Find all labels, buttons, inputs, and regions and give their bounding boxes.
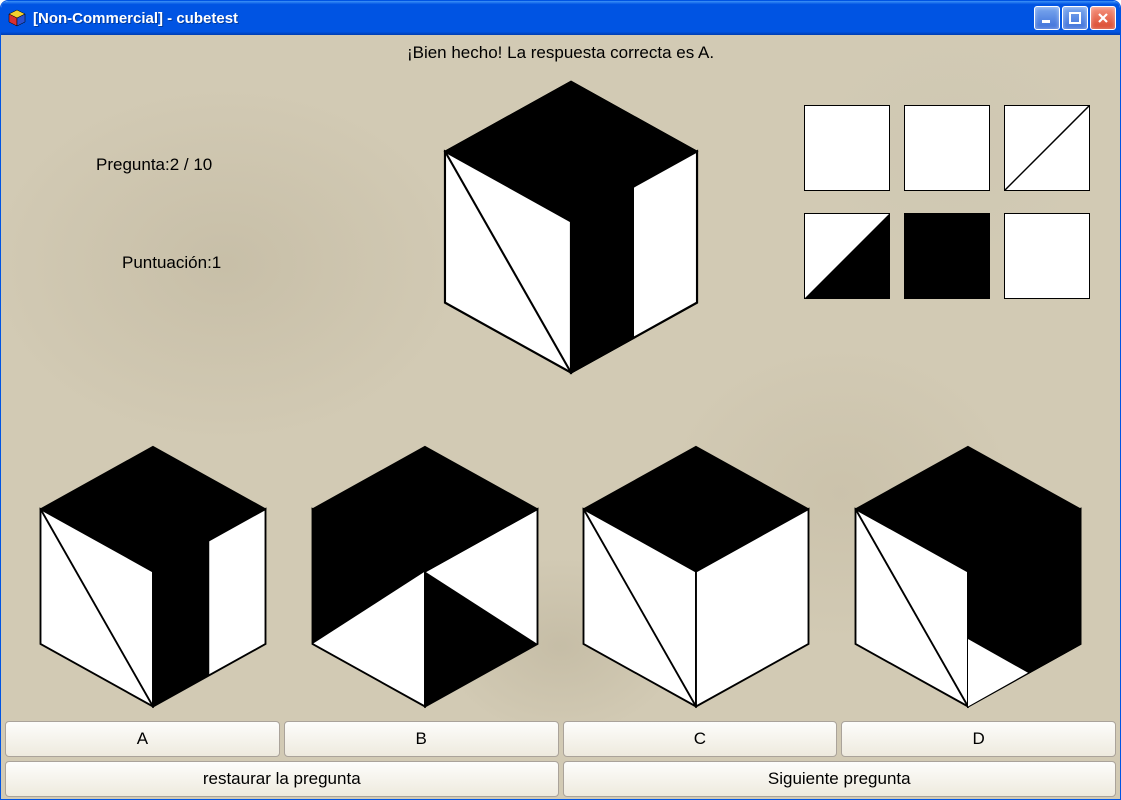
tile-3 (1004, 105, 1090, 191)
reference-cube-overlay (431, 73, 711, 383)
option-labels: A B C D (5, 721, 1116, 757)
content-area: ¡Bien hecho! La respuesta correcta es A.… (1, 35, 1120, 799)
face-tiles (804, 105, 1090, 299)
option-a-button[interactable]: A (5, 721, 280, 757)
option-cube-c (571, 439, 821, 709)
option-cubes (1, 439, 1120, 709)
close-button[interactable] (1090, 6, 1116, 30)
window-controls (1034, 6, 1116, 30)
option-c-button[interactable]: C (563, 721, 838, 757)
info-block: Pregunta:2 / 10 Puntuación:1 (96, 155, 221, 273)
feedback-text: ¡Bien hecho! La respuesta correcta es A. (1, 43, 1120, 63)
app-window: [Non-Commercial] - cubetest ¡Bien hecho!… (0, 0, 1121, 800)
tile-4 (804, 213, 890, 299)
next-button[interactable]: Siguiente pregunta (563, 761, 1117, 797)
tile-6 (1004, 213, 1090, 299)
maximize-button[interactable] (1062, 6, 1088, 30)
option-cube-a (28, 439, 278, 709)
tile-5 (904, 213, 990, 299)
score-counter: Puntuación:1 (122, 253, 221, 273)
restore-button[interactable]: restaurar la pregunta (5, 761, 559, 797)
question-counter: Pregunta:2 / 10 (96, 155, 221, 175)
action-buttons: restaurar la pregunta Siguiente pregunta (5, 761, 1116, 797)
tile-2 (904, 105, 990, 191)
window-title: [Non-Commercial] - cubetest (33, 10, 1034, 27)
option-d-button[interactable]: D (841, 721, 1116, 757)
option-b-button[interactable]: B (284, 721, 559, 757)
cube-icon (7, 8, 27, 28)
option-cube-b (300, 439, 550, 709)
tile-1 (804, 105, 890, 191)
minimize-button[interactable] (1034, 6, 1060, 30)
titlebar: [Non-Commercial] - cubetest (1, 1, 1120, 35)
option-cube-d (843, 439, 1093, 709)
